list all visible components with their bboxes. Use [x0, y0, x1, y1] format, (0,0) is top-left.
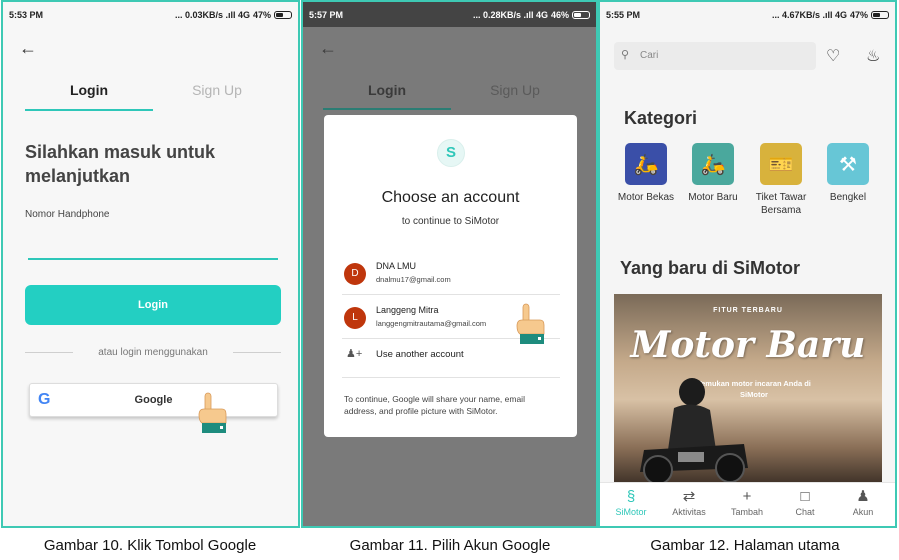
- status-bar: 5:55 PM ... 4.67KB/s .ıll 4G 47%: [600, 2, 895, 27]
- scooter-icon: 🛵: [625, 143, 667, 185]
- status-network: ... 0.03KB/s .ıll 4G: [174, 9, 250, 20]
- account-email: dnalmu17@gmail.com: [376, 275, 451, 284]
- status-network: ... 4.67KB/s .ıll 4G: [771, 9, 847, 20]
- scooter-icon: 🛵: [692, 143, 734, 185]
- search-input[interactable]: ⚲ Cari: [614, 42, 816, 70]
- nav-label: Tambah: [730, 507, 764, 517]
- nav-label: Aktivitas: [672, 507, 706, 517]
- dialog-disclaimer: To continue, Google will share your name…: [344, 394, 525, 416]
- avatar: D: [344, 263, 366, 285]
- promo-banner[interactable]: FITUR TERBARU Motor Baru Temukan motor i…: [614, 294, 882, 486]
- status-bar: 5:57 PM ... 0.28KB/s .ıll 4G 46%: [303, 2, 596, 27]
- tab-signup[interactable]: Sign Up: [153, 82, 281, 98]
- home-screen: 5:55 PM ... 4.67KB/s .ıll 4G 47% ⚲ Cari …: [598, 0, 897, 528]
- login-headline: Silahkan masuk untuk melanjutkan: [25, 142, 216, 186]
- alt-login-text: atau login menggunakan: [98, 347, 208, 358]
- caption-figure-12: Gambar 12. Halaman utama: [650, 537, 840, 554]
- phone-number-label: Nomor Handphone: [25, 209, 110, 220]
- account-name: Langgeng Mitra: [376, 305, 439, 315]
- back-arrow-icon: ←: [319, 38, 337, 58]
- status-time: 5:53 PM: [9, 9, 44, 20]
- user-icon: ♟: [856, 488, 870, 505]
- avatar: L: [344, 307, 366, 329]
- ticket-icon: 🎫: [760, 143, 802, 185]
- battery-icon: [871, 10, 889, 19]
- back-arrow-icon[interactable]: ←: [19, 38, 37, 59]
- add-person-icon: ♟+: [346, 348, 363, 360]
- account-item[interactable]: D DNA LMU dnalmu17@gmail.com: [342, 258, 560, 296]
- status-time: 5:55 PM: [606, 9, 641, 20]
- status-network: ... 0.28KB/s .ıll 4G: [472, 9, 548, 20]
- active-tab-indicator: [323, 108, 451, 110]
- status-time: 5:57 PM: [309, 9, 344, 20]
- pointing-hand-icon: [198, 392, 227, 433]
- dialog-subtitle: to continue to SiMotor: [401, 216, 500, 227]
- google-button-label: Google: [134, 394, 173, 406]
- add-account-label: Use another account: [376, 349, 464, 360]
- banner-kicker: FITUR TERBARU: [713, 307, 783, 314]
- nav-label: SiMotor: [615, 507, 647, 517]
- pointing-hand-icon: [516, 303, 545, 344]
- tab-signup-dimmed: Sign Up: [490, 82, 540, 98]
- category-title: Kategori: [624, 108, 698, 128]
- motorcycle-rider-image: [640, 378, 748, 485]
- nav-tambah[interactable]: + Tambah: [718, 487, 776, 517]
- nav-akun[interactable]: ♟ Akun: [834, 487, 892, 517]
- search-placeholder: Cari: [640, 50, 659, 61]
- new-features-title: Yang baru di SiMotor: [620, 258, 801, 278]
- choose-account-dialog: S Choose an account to continue to SiMot…: [324, 115, 577, 437]
- active-tab-indicator: [25, 109, 153, 111]
- bell-icon[interactable]: ♨: [866, 46, 880, 66]
- google-login-button[interactable]: G Google: [29, 383, 278, 417]
- divider-right: [233, 352, 281, 353]
- battery-icon: [572, 10, 590, 19]
- chat-icon: □: [800, 488, 810, 505]
- nav-aktivitas[interactable]: ⇄ Aktivitas: [660, 487, 718, 517]
- nav-label: Chat: [795, 507, 815, 517]
- tab-login[interactable]: Login: [25, 82, 153, 98]
- dialog-title: Choose an account: [381, 189, 520, 206]
- bottom-navigation: § SiMotor ⇄ Aktivitas + Tambah □ Chat ♟ …: [600, 482, 895, 526]
- status-battery-level: 47%: [252, 9, 271, 20]
- caption-figure-10: Gambar 10. Klik Tombol Google: [43, 537, 257, 554]
- simotor-logo-icon: §: [626, 488, 636, 505]
- battery-icon: [274, 10, 292, 19]
- nav-label: Akun: [852, 507, 874, 517]
- login-button[interactable]: Login: [25, 285, 281, 325]
- heart-icon[interactable]: ♡: [826, 46, 840, 66]
- caption-figure-11: Gambar 11. Pilih Akun Google: [349, 537, 551, 554]
- divider: [342, 377, 560, 378]
- nav-simotor[interactable]: § SiMotor: [602, 487, 660, 517]
- arrows-icon: ⇄: [682, 488, 696, 505]
- banner-headline: Motor Baru: [630, 324, 866, 366]
- garage-icon: ⚒: [827, 143, 869, 185]
- account-email: langgengmitrautama@gmail.com: [376, 319, 487, 328]
- simotor-logo-icon: S: [437, 139, 465, 167]
- login-screen: 5:53 PM ... 0.03KB/s .ıll 4G 47% ← Login…: [1, 0, 300, 528]
- choose-account-screen: 5:57 PM ... 0.28KB/s .ıll 4G 46% ← Login…: [301, 0, 598, 528]
- status-battery-level: 47%: [849, 9, 868, 20]
- account-name: DNA LMU: [376, 261, 417, 271]
- phone-number-input[interactable]: [28, 258, 278, 260]
- tab-login-dimmed: Login: [367, 82, 407, 98]
- nav-chat[interactable]: □ Chat: [776, 487, 834, 517]
- category-bengkel[interactable]: ⚒ Bengkel: [808, 143, 888, 204]
- status-battery-level: 46%: [550, 9, 569, 20]
- use-another-account-button[interactable]: ♟+ Use another account: [342, 345, 560, 369]
- status-bar: 5:53 PM ... 0.03KB/s .ıll 4G 47%: [3, 2, 298, 27]
- category-label: Bengkel: [829, 192, 867, 203]
- plus-icon: +: [742, 488, 752, 505]
- divider-left: [25, 352, 73, 353]
- search-icon: ⚲: [621, 49, 630, 61]
- divider: [342, 294, 560, 295]
